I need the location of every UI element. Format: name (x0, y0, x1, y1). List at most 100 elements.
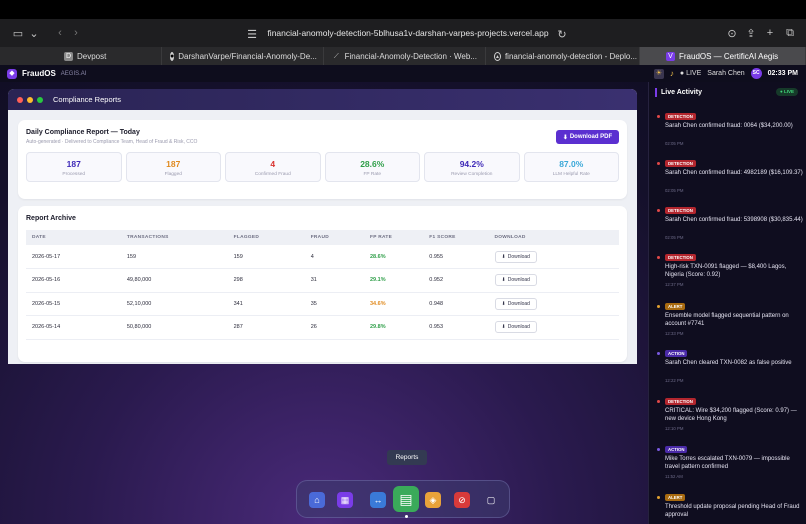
stat-label: LLM Helpful Rate (552, 172, 590, 177)
cell-flagged: 341 (227, 292, 305, 316)
activity-item[interactable]: ALERT Threshold update proposal pending … (657, 494, 803, 524)
activity-tag: ALERT (665, 494, 686, 501)
transfer-app-icon[interactable]: ↔ (370, 492, 386, 508)
close-window-icon[interactable] (17, 96, 23, 103)
column-header: DOWNLOAD (488, 230, 619, 245)
download-pdf-label: Download PDF (569, 134, 613, 140)
reload-icon[interactable]: ↻ (554, 26, 570, 42)
clipboard-app-icon[interactable]: ▢ (483, 492, 499, 508)
report-subtitle: Auto-generated · Delivered to Compliance… (26, 139, 198, 145)
bell-icon[interactable]: ♪ (670, 69, 674, 78)
activity-dot (657, 352, 660, 355)
minimize-window-icon[interactable] (27, 96, 33, 103)
activity-time: 02:05 PM (665, 235, 684, 240)
activity-item[interactable]: DETECTION CRITICAL: Wire $34,200 flagged… (657, 398, 803, 442)
activity-dot (657, 305, 660, 308)
table-header: DATE TRANSACTIONS FLAGGED FRAUD FP RATE F1 SC… (26, 230, 619, 245)
grid-app-icon[interactable]: ▦ (337, 492, 353, 508)
activity-tag: ACTION (665, 446, 688, 453)
forward-icon[interactable]: › (68, 25, 84, 41)
tab-label: FraudOS — CertificAI Aegis (679, 51, 779, 61)
activity-item[interactable]: DETECTION High-risk TXN-0091 flagged — $… (657, 254, 803, 298)
clock: 02:33 PM (767, 70, 798, 77)
tab-web[interactable]: ⟋ Financial-Anomoly-Detection · Web... (324, 47, 486, 65)
new-tab-icon[interactable]: + (762, 25, 778, 41)
row-download-button[interactable]: ⬇ Download (494, 274, 537, 287)
tab-fraudos[interactable]: V FraudOS — CertificAI Aegis (640, 47, 806, 65)
row-download-button[interactable]: ⬇ Download (494, 250, 537, 263)
tab-label: Devpost (77, 51, 107, 61)
stat-value: 4 (270, 159, 276, 169)
cell-f1: 0.952 (423, 268, 489, 293)
activity-tag: ACTION (665, 350, 688, 357)
sidebar-icon[interactable]: ▭ (10, 25, 26, 41)
stat-value: 28.6% (360, 159, 385, 169)
tab-github[interactable]: ● DarshanVarpe/Financial-Anomoly-De... (162, 47, 324, 65)
activity-tag: DETECTION (665, 113, 696, 120)
cell-date: 2026-05-16 (26, 268, 121, 293)
stat-label: Processed (62, 172, 86, 177)
activity-text: Sarah Chen confirmed fraud: 0064 ($34,20… (665, 123, 793, 129)
cell-date: 2026-05-17 (26, 245, 121, 269)
user-name: Sarah Chen (707, 70, 745, 77)
back-icon[interactable]: ‹ (52, 25, 68, 41)
alert-app-icon[interactable]: ⊘ (454, 492, 470, 508)
avatar[interactable]: SC (750, 68, 762, 79)
cell-fraud: 35 (304, 292, 364, 316)
activity-time: 02:05 PM (665, 188, 684, 193)
address-bar[interactable]: ☰ financial-anomoly-detection-5blhusa1v-… (238, 23, 578, 43)
chevron-down-icon[interactable]: ⌄ (26, 25, 42, 41)
theme-icon[interactable]: ☀ (653, 68, 664, 79)
stat-card: 94.2% Review Completion (424, 152, 520, 182)
brand-sub: AEGIS.AI (60, 70, 87, 77)
activity-tag: DETECTION (665, 207, 696, 214)
row-download-button[interactable]: ⬇ Download (494, 321, 537, 334)
activity-item[interactable]: ACTION Mike Torres escalated TXN-0079 — … (657, 446, 803, 490)
row-download-button[interactable]: ⬇ Download (494, 297, 537, 310)
reports-app-icon[interactable]: ▤ (393, 486, 419, 512)
activity-text: High-risk TXN-0091 flagged — $8,400 Lago… (665, 264, 787, 278)
activity-text: Threshold update proposal pending Head o… (665, 504, 800, 518)
maximize-window-icon[interactable] (37, 96, 43, 103)
url-text: financial-anomoly-detection-5blhusa1v-da… (267, 28, 549, 38)
daily-report-card: Daily Compliance Report — Today Auto-gen… (18, 120, 627, 199)
cell-fp-rate: 29.8% (363, 315, 424, 340)
tab-devpost[interactable]: D Devpost (0, 47, 162, 65)
column-header: DATE (26, 230, 121, 245)
stat-label: Flagged (164, 172, 182, 177)
activity-item[interactable]: DETECTION Sarah Chen confirmed fraud: 49… (657, 160, 803, 204)
cell-transactions: 159 (120, 245, 228, 269)
download-pdf-button[interactable]: ⬇ Download PDF (556, 130, 619, 144)
share-icon[interactable]: ⇪ (743, 25, 759, 41)
stat-label: Review Completion (451, 172, 493, 177)
stat-card: 187 Processed (26, 152, 122, 182)
layers-app-icon[interactable]: ◈ (425, 492, 441, 508)
activity-time: 02:05 PM (665, 141, 684, 146)
activity-dot (657, 115, 660, 118)
fraudos-icon: V (666, 51, 675, 61)
download-icon[interactable]: ⊙ (724, 25, 740, 41)
home-app-icon[interactable]: ⌂ (309, 492, 325, 508)
tab-deploy[interactable]: ▲ financial-anomoly-detection - Deplo... (486, 47, 640, 65)
archive-title: Report Archive (26, 215, 76, 222)
active-indicator (405, 515, 408, 518)
activity-tag: DETECTION (665, 398, 696, 405)
tab-overview-icon[interactable]: ⧉ (782, 25, 798, 41)
row-download-label: Download (507, 300, 530, 307)
activity-item[interactable]: DETECTION Sarah Chen confirmed fraud: 00… (657, 113, 803, 157)
window-title: Compliance Reports (53, 95, 121, 104)
cell-f1: 0.948 (423, 292, 489, 316)
activity-item[interactable]: DETECTION Sarah Chen confirmed fraud: 53… (657, 207, 803, 251)
stat-card: 4 Confirmed Fraud (225, 152, 321, 182)
tab-strip: D Devpost ● DarshanVarpe/Financial-Anomo… (0, 47, 806, 65)
activity-text: Mike Torres escalated TXN-0079 — impossi… (665, 456, 790, 470)
activity-item[interactable]: ACTION Sarah Chen cleared TXN-0082 as fa… (657, 350, 803, 394)
window-titlebar[interactable]: Compliance Reports (8, 89, 637, 110)
cell-transactions: 50,80,000 (120, 315, 228, 340)
activity-tag: DETECTION (665, 160, 696, 167)
page-settings-icon[interactable]: ☰ (244, 26, 260, 42)
stats-row: 187 Processed 187 Flagged 4 Confirmed Frau… (26, 152, 619, 182)
activity-item[interactable]: ALERT Ensemble model flagged sequential … (657, 303, 803, 347)
devpost-icon: D (64, 51, 73, 61)
fraudos-logo-icon: ◆ (7, 68, 17, 79)
